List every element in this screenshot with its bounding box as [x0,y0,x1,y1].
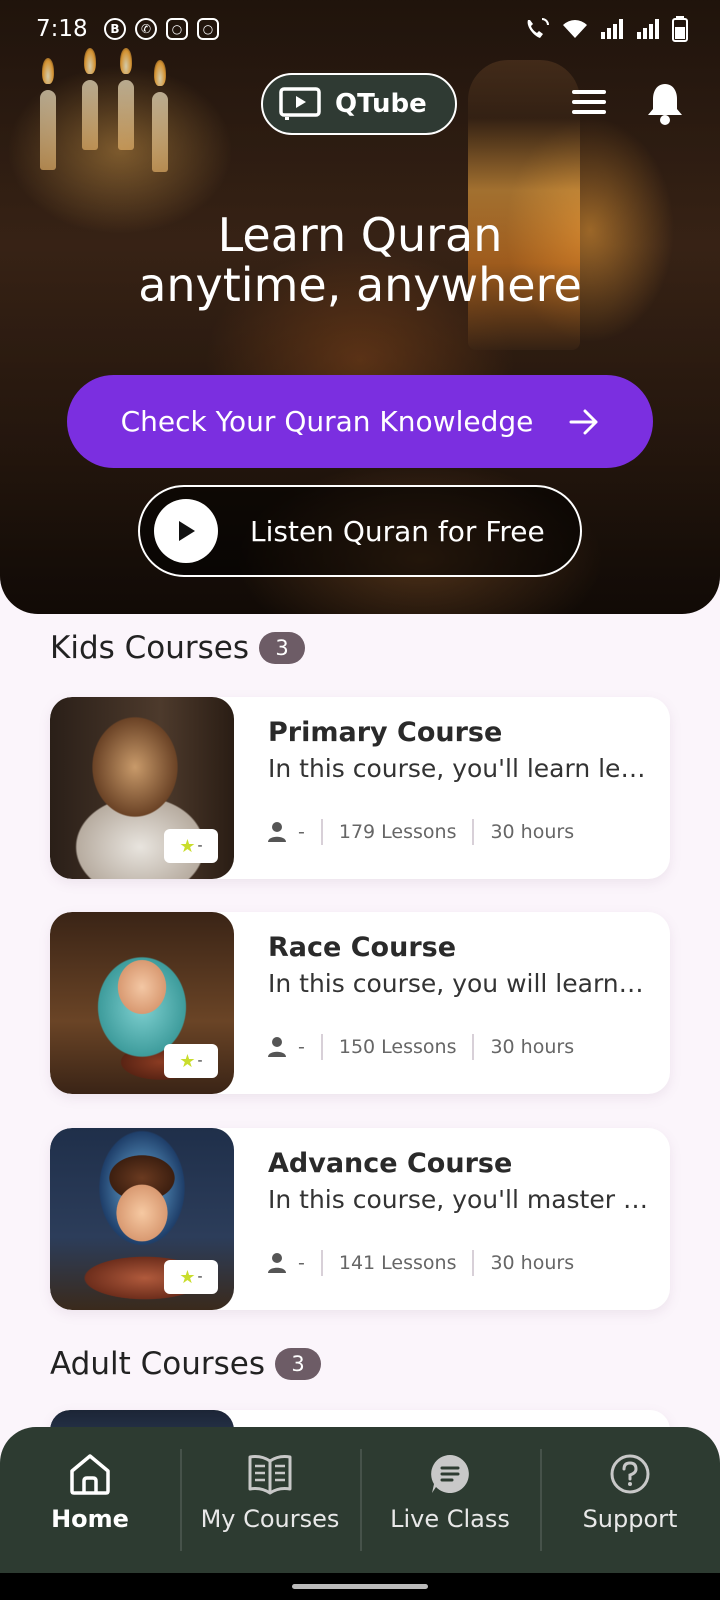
course-thumbnail: ★ - [50,912,234,1094]
rating-badge: ★ - [164,1044,218,1078]
nav-label: Support [582,1505,678,1533]
course-description: In this course, you'll master the rules … [268,1185,648,1214]
nav-label: Live Class [390,1505,510,1533]
help-icon [610,1454,650,1494]
flame-decoration [154,60,166,86]
instagram-icon: ○ [197,18,219,40]
hero-title-line2: anytime, anywhere [138,258,582,312]
course-meta: - 150 Lessons 30 hours [268,1034,574,1060]
count-badge: 3 [275,1348,321,1380]
whatsapp-icon: ✆ [135,18,157,40]
candle-decoration [82,80,98,150]
wifi-calling-icon [527,18,549,38]
instructor-name: - [298,1036,305,1058]
course-description: In this course, you'll learn letters and… [268,754,648,783]
listen-quran-button[interactable]: Listen Quran for Free [138,485,582,577]
course-title: Advance Course [268,1148,513,1179]
nav-my-courses[interactable]: My Courses [180,1427,360,1573]
status-bar: 7:18 B ✆ ○ ○ [0,0,720,60]
course-duration: 30 hours [490,821,575,843]
listen-quran-label: Listen Quran for Free [250,514,545,548]
bottom-navigation: Home My Courses Live Class Support [0,1427,720,1573]
lesson-count: 179 Lessons [338,821,457,843]
app-logo[interactable]: QTube [261,73,457,135]
arrow-right-icon [569,409,598,434]
wifi-icon [563,20,587,38]
chat-icon [431,1455,469,1493]
tv-play-icon [279,87,321,120]
battery-icon [672,16,688,42]
course-description: In this course, you will learn to read f… [268,969,648,998]
course-card-race[interactable]: ★ - Race Course In this course, you will … [50,912,670,1094]
signal-icon [601,19,623,39]
user-icon [268,822,286,842]
star-icon: ★ [179,1266,196,1288]
nav-support[interactable]: Support [540,1427,720,1573]
nav-label: My Courses [200,1505,340,1533]
course-meta: - 141 Lessons 30 hours [268,1250,574,1276]
hamburger-icon [572,90,606,114]
lesson-count: 141 Lessons [338,1252,457,1274]
course-meta: - 179 Lessons 30 hours [268,819,574,845]
kids-courses-header: Kids Courses 3 [50,630,306,666]
bell-icon [648,84,682,125]
course-card-primary[interactable]: ★ - Primary Course In this course, you'll… [50,697,670,879]
rating-badge: ★ - [164,1260,218,1294]
section-title: Adult Courses [50,1346,265,1382]
divider [472,1250,475,1276]
star-icon: ★ [179,835,196,857]
user-icon [268,1037,286,1057]
user-icon [268,1253,286,1273]
status-time: 7:18 [36,16,88,42]
rating-badge: ★ - [164,829,218,863]
adult-courses-header: Adult Courses 3 [50,1346,321,1382]
divider [320,1034,323,1060]
logo-text: QTube [335,89,427,119]
nav-label: Home [51,1505,129,1533]
home-indicator[interactable] [292,1584,428,1589]
divider [320,819,323,845]
notifications-button[interactable] [646,82,684,130]
course-thumbnail: ★ - [50,1128,234,1310]
candle-decoration [118,80,134,150]
nav-home[interactable]: Home [0,1427,180,1573]
menu-button[interactable] [572,88,606,120]
check-knowledge-button[interactable]: Check Your Quran Knowledge [67,375,653,468]
instagram-icon: ○ [166,18,188,40]
lesson-count: 150 Lessons [338,1036,457,1058]
notification-icons: B ✆ ○ ○ [104,18,219,40]
flame-decoration [42,58,54,84]
hero-title: Learn Quran anytime, anywhere [0,210,720,310]
course-title: Race Course [268,932,457,963]
hero-title-line1: Learn Quran [217,208,503,262]
course-title: Primary Course [268,717,503,748]
home-icon [70,1454,110,1495]
course-duration: 30 hours [490,1036,575,1058]
divider [472,819,475,845]
course-duration: 30 hours [490,1252,575,1274]
nav-live-class[interactable]: Live Class [360,1427,540,1573]
course-card-advance[interactable]: ★ - Advance Course In this course, you'll… [50,1128,670,1310]
candle-decoration [152,92,168,172]
course-thumbnail: ★ - [50,697,234,879]
star-icon: ★ [179,1050,196,1072]
section-title: Kids Courses [50,630,250,666]
signal-icon [637,19,659,39]
divider [320,1250,323,1276]
book-icon [248,1455,292,1495]
check-knowledge-label: Check Your Quran Knowledge [120,405,534,438]
system-icons [524,16,688,42]
divider [472,1034,475,1060]
b-icon: B [104,18,126,40]
instructor-name: - [298,1252,305,1274]
candle-decoration [40,90,56,170]
play-icon [154,499,218,563]
count-badge: 3 [259,632,306,664]
system-navigation-bar [0,1573,720,1600]
instructor-name: - [298,821,305,843]
